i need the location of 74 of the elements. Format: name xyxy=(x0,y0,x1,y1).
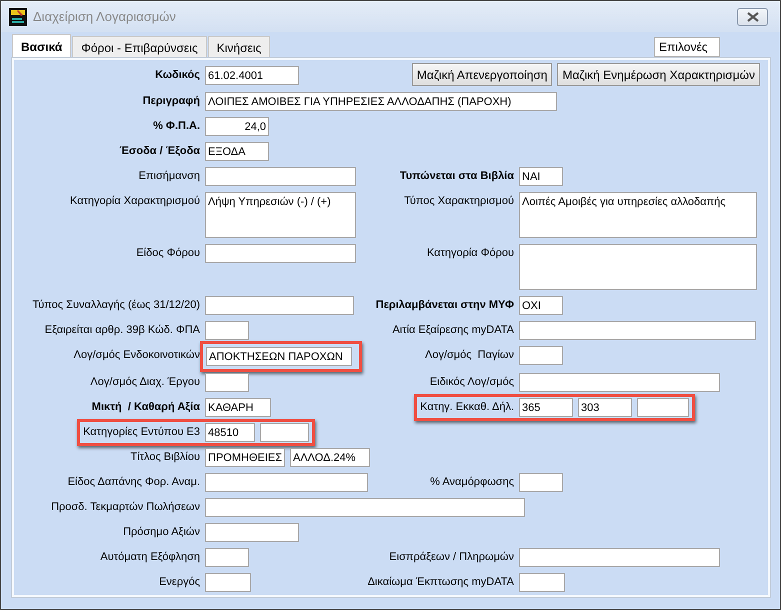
input-field[interactable] xyxy=(205,167,356,186)
field-label: Τυπώνεται στα Βιβλία xyxy=(400,169,514,184)
field-label: Εισπράξεων / Πληρωμών xyxy=(389,550,514,565)
input-field[interactable] xyxy=(519,548,720,567)
field-label: Λογ/σμός Παγίων xyxy=(424,348,514,363)
input-field[interactable] xyxy=(205,548,249,567)
text-area[interactable]: Λήψη Υπηρεσιών (-) / (+) xyxy=(205,192,356,238)
close-button[interactable] xyxy=(737,8,768,26)
field-label: Μικτή / Καθαρή Αξία xyxy=(92,400,200,415)
input-field[interactable]: 61.02.4001 xyxy=(205,66,299,85)
input-field[interactable] xyxy=(205,296,354,315)
tab[interactable]: Βασικά xyxy=(12,34,72,58)
action-button[interactable]: Μαζική Απενεργοποίηση xyxy=(412,63,552,86)
field-label: Είδος Δαπάνης Φορ. Αναμ. xyxy=(68,475,200,490)
input-field[interactable] xyxy=(205,523,299,542)
input-field[interactable] xyxy=(260,423,309,442)
input-field[interactable]: ΟΧΙ xyxy=(519,296,563,315)
close-icon xyxy=(746,12,758,22)
input-field[interactable]: 24,0 xyxy=(205,117,269,136)
field-label: Περιλαμβάνεται στην ΜΥΦ xyxy=(376,298,514,313)
text-area[interactable]: Λοιπές Αμοιβές για υπηρεσίες αλλοδαπής xyxy=(519,192,757,238)
window-title: Διαχείριση Λογαριασμών xyxy=(33,9,176,24)
field-label: Αυτόματη Εξόφληση xyxy=(100,550,200,565)
field-label: Κωδικός xyxy=(155,68,200,83)
field-label: Επισήμανση xyxy=(138,169,200,184)
field-label: Εξαιρείται αρθρ. 39β Κώδ. ΦΠΑ xyxy=(44,323,200,338)
field-label: Περιγραφή xyxy=(142,94,200,109)
field-label: % Αναμόρφωσης xyxy=(430,475,514,490)
field-label: Δικαίωμα Έκπτωσης myDATA xyxy=(368,575,514,590)
field-label: Προσδ. Τεκμαρτών Πωλήσεων xyxy=(51,500,200,515)
input-field[interactable]: 48510 xyxy=(205,423,255,442)
input-field[interactable] xyxy=(519,573,565,592)
field-label: Είδος Φόρου xyxy=(136,246,200,261)
field-label: Τύπος Συναλλαγής (έως 31/12/20) xyxy=(32,298,200,313)
action-button[interactable]: Μαζική Ενημέρωση Χαρακτηρισμών xyxy=(557,63,760,86)
field-label: Ενεργός xyxy=(159,575,200,590)
input-field[interactable] xyxy=(205,573,251,592)
tab[interactable]: Κινήσεις xyxy=(208,36,270,58)
input-field[interactable] xyxy=(205,498,525,517)
field-label: Ειδικός Λογ/σμός xyxy=(430,375,514,390)
field-label: Έσοδα / Έξοδα xyxy=(119,144,200,159)
app-icon xyxy=(9,8,27,26)
input-field[interactable]: ΝΑΙ xyxy=(519,167,563,186)
options-button[interactable]: Επιλονές xyxy=(654,37,720,57)
input-field[interactable] xyxy=(205,373,249,392)
field-label: Κατηγορίες Εντύπου Ε3 xyxy=(83,425,200,440)
field-label: Λογ/σμός Διαχ. Έργου xyxy=(90,375,200,390)
field-label: Κατηγορία Χαρακτηρισμού xyxy=(70,194,200,209)
input-field[interactable]: ΑΛΛΟΔ.24% xyxy=(290,448,370,467)
field-label: Κατηγορία Φόρου xyxy=(426,246,514,261)
field-label: Τύπος Χαρακτηρισμού xyxy=(404,194,514,209)
input-field[interactable] xyxy=(205,244,356,263)
field-label: Αιτία Εξαίρεσης myDATA xyxy=(392,323,514,338)
field-label: Πρόσημο Αξιών xyxy=(123,525,200,540)
input-field[interactable]: ΑΠΟΚΤΗΣΕΩΝ ΠΑΡΟΧΩΝ xyxy=(206,347,352,366)
field-label: Τίτλος Βιβλίου xyxy=(130,450,200,465)
input-field[interactable] xyxy=(637,398,689,417)
input-field[interactable]: ΕΞΟΔΑ xyxy=(205,142,269,161)
input-field[interactable] xyxy=(205,473,368,492)
input-field[interactable]: ΛΟΙΠΕΣ ΑΜΟΙΒΕΣ ΓΙΑ ΥΠΗΡΕΣΙΕΣ ΑΛΛΟΔΑΠΗΣ (ΠΑΡΟΧΗ) xyxy=(205,92,557,111)
text-area[interactable] xyxy=(519,244,757,290)
field-label: Λογ/σμός Ενδοκοινοτικών xyxy=(74,348,200,363)
input-field[interactable]: 303 xyxy=(578,398,632,417)
input-field[interactable]: 365 xyxy=(519,398,573,417)
input-field[interactable] xyxy=(519,346,563,365)
input-field[interactable]: ΚΑΘΑΡΗ xyxy=(205,398,271,417)
input-field[interactable] xyxy=(519,473,563,492)
tab[interactable]: Φόροι - Επιβαρύνσεις xyxy=(72,36,207,58)
input-field[interactable] xyxy=(205,321,249,340)
input-field[interactable] xyxy=(519,321,756,340)
field-label: % Φ.Π.Α. xyxy=(153,119,200,134)
input-field[interactable]: ΠΡΟΜΗΘΕΙΕΣ xyxy=(205,448,285,467)
input-field[interactable] xyxy=(519,373,720,392)
field-label: Κατηγ. Εκκαθ. Δήλ. xyxy=(420,400,514,415)
